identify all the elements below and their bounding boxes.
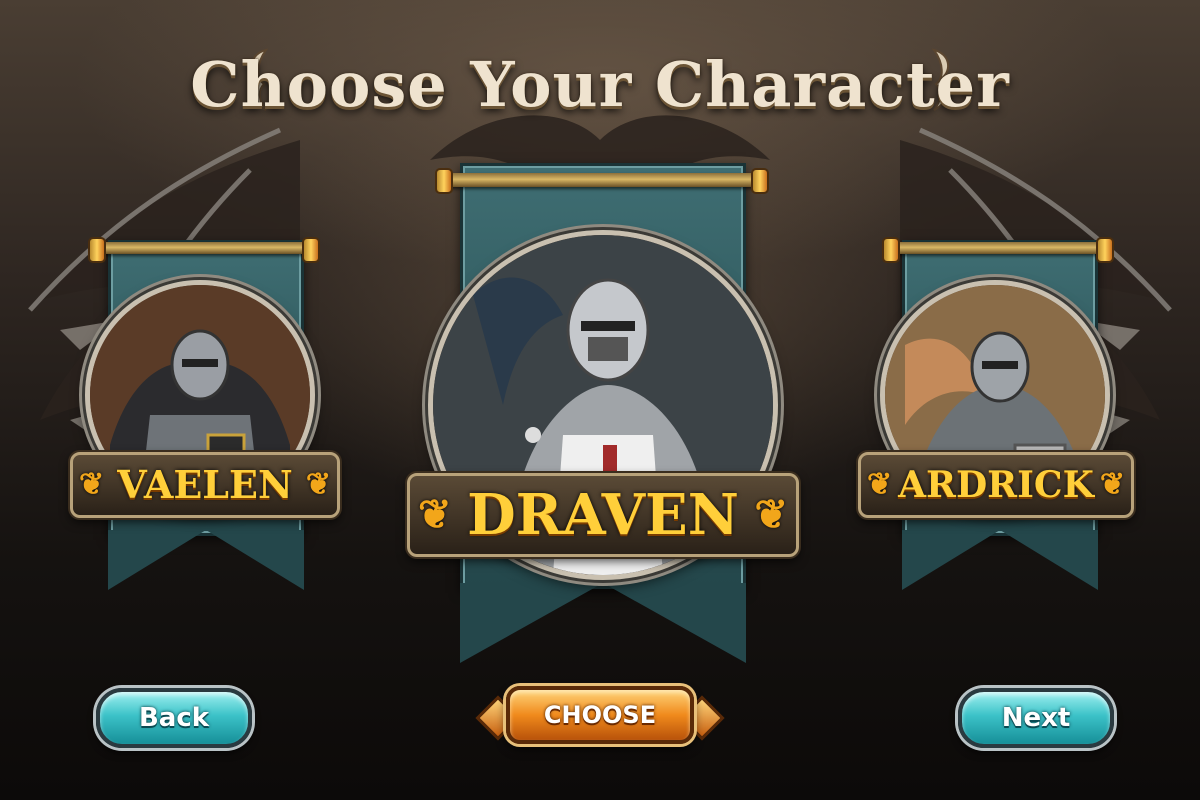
dragon-wing-icon: ❦ [754, 491, 788, 538]
character-name: ARDRICK [898, 464, 1094, 506]
character-card-center[interactable]: ❦ DRAVEN ❦ [395, 155, 805, 665]
character-name-plate: ❦ ARDRICK ❦ [858, 452, 1134, 518]
choose-button[interactable]: CHOOSE [506, 686, 694, 744]
character-name: VAELEN [117, 462, 293, 507]
dragon-wing-icon: ❦ [79, 467, 105, 502]
banner-rod [96, 242, 310, 254]
banner-rod-end [1096, 237, 1114, 263]
banner-tail [902, 530, 1098, 590]
screen-title: Choose Your Character [190, 48, 1010, 121]
next-button[interactable]: Next [958, 688, 1114, 748]
banner-tail [108, 530, 304, 590]
dragon-wing-icon: ❦ [867, 467, 893, 502]
banner-tail [460, 583, 746, 663]
banner-rod [443, 173, 757, 187]
back-button[interactable]: Back [96, 688, 252, 748]
banner-rod-end [435, 168, 453, 194]
banner-rod-end [751, 168, 769, 194]
banner-rod-end [302, 237, 320, 263]
character-name-plate: ❦ DRAVEN ❦ [407, 473, 799, 557]
character-card-right[interactable]: ❦ ARDRICK ❦ [850, 230, 1140, 610]
dragon-wing-icon: ❦ [1099, 467, 1125, 502]
banner-rod-end [88, 237, 106, 263]
dragon-wing-icon: ❦ [305, 467, 331, 502]
character-name-plate: ❦ VAELEN ❦ [70, 452, 340, 518]
banner-rod [890, 242, 1104, 254]
choose-button-wrapper: CHOOSE [475, 686, 725, 744]
dragon-wing-icon: ❦ [418, 491, 452, 538]
character-card-left[interactable]: ❦ VAELEN ❦ [60, 230, 350, 610]
banner-rod-end [882, 237, 900, 263]
character-name: DRAVEN [467, 482, 739, 548]
